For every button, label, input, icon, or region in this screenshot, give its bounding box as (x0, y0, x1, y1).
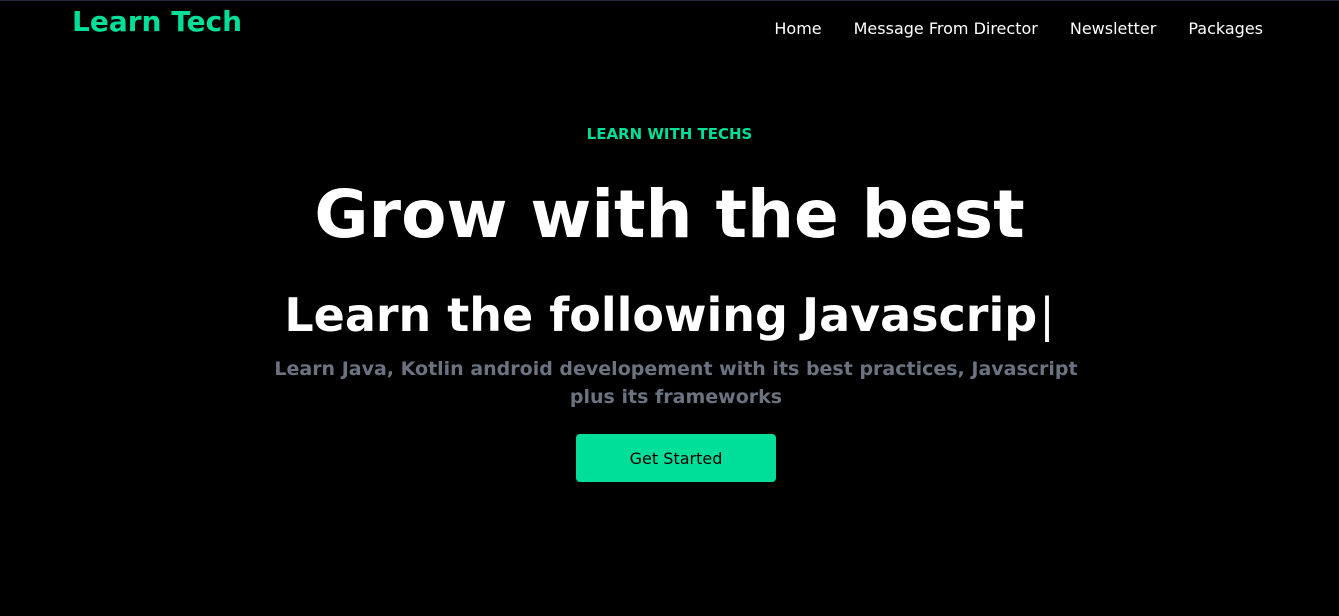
get-started-button[interactable]: Get Started (576, 434, 776, 482)
nav-item-home: Home (774, 19, 821, 38)
nav-link-message-from-director[interactable]: Message From Director (854, 19, 1038, 38)
hero-headline: Grow with the best (314, 176, 1025, 253)
nav-item-newsletter: Newsletter (1070, 19, 1157, 38)
brand-logo-link[interactable]: Learn Tech (72, 5, 242, 38)
typing-cursor: | (1039, 288, 1055, 342)
nav-links: Home Message From Director Newsletter Pa… (742, 19, 1263, 38)
nav-item-packages: Packages (1188, 19, 1263, 38)
nav-link-newsletter[interactable]: Newsletter (1070, 19, 1157, 38)
hero-description: Learn Java, Kotlin android developement … (274, 358, 1078, 408)
top-navbar: Learn Tech Home Message From Director Ne… (0, 1, 1339, 61)
nav-link-home[interactable]: Home (774, 19, 821, 38)
nav-link-packages[interactable]: Packages (1188, 19, 1263, 38)
typed-prefix: Learn the following (284, 288, 788, 342)
typed-word: Javascrip (801, 288, 1038, 342)
typed-text-row: Learn the following Javascrip| (0, 285, 1339, 345)
nav-item-message-from-director: Message From Director (854, 19, 1038, 38)
hero-eyebrow: LEARN WITH TECHS (586, 125, 753, 143)
landing-page: Learn Tech Home Message From Director Ne… (0, 0, 1339, 616)
